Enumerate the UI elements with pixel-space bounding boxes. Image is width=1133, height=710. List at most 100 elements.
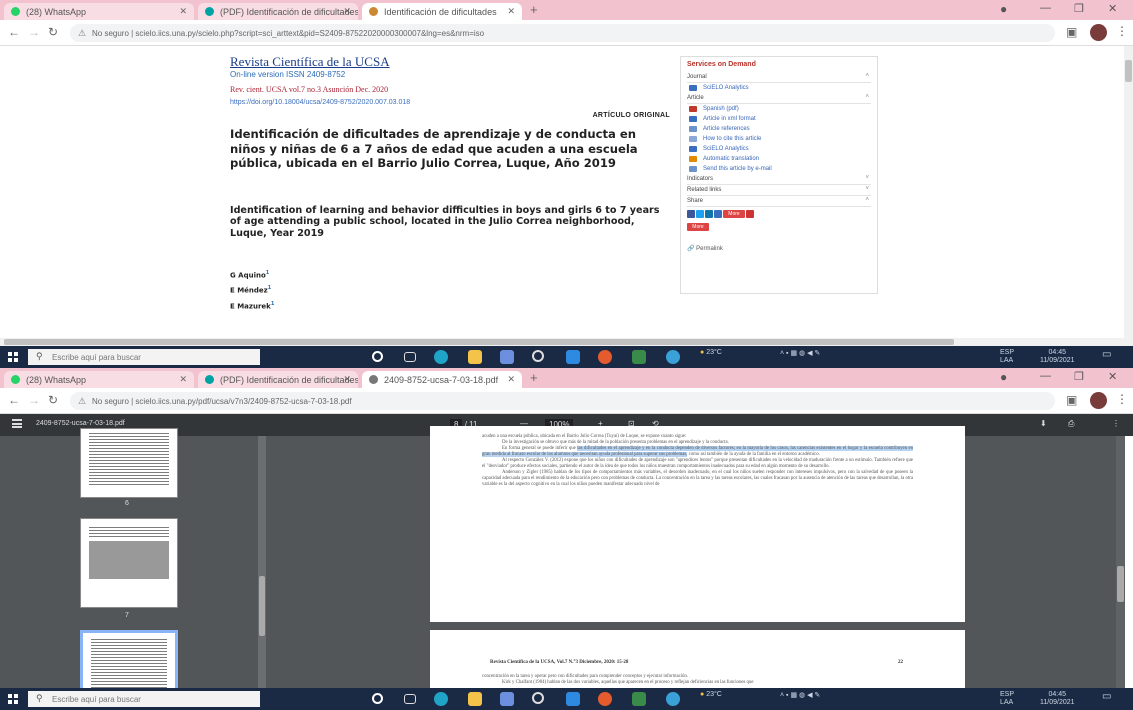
dropbox-icon[interactable] xyxy=(500,350,514,364)
scrollbar-thumb[interactable] xyxy=(1125,60,1132,82)
page-thumbnail[interactable] xyxy=(80,518,178,608)
section-related-links[interactable]: Related links ˅ xyxy=(687,185,871,196)
forward-icon[interactable]: → xyxy=(28,25,40,39)
tab-whatsapp[interactable]: (28) WhatsApp ✕ xyxy=(4,371,194,388)
clock[interactable]: 04:45 11/09/2021 xyxy=(1040,691,1075,707)
section-article[interactable]: Article ˄ xyxy=(687,93,871,104)
minimize-icon[interactable]: — xyxy=(1040,370,1051,382)
section-share[interactable]: Share ˄ xyxy=(687,196,871,207)
dropbox-icon[interactable] xyxy=(500,692,514,706)
language-indicator[interactable]: ESP LAA xyxy=(1000,691,1014,707)
back-icon[interactable]: ← xyxy=(8,393,20,407)
service-xml[interactable]: Article in xml format xyxy=(687,114,871,124)
avatar[interactable] xyxy=(1090,24,1107,41)
share-icon[interactable] xyxy=(714,210,722,218)
file-explorer-icon[interactable] xyxy=(468,350,482,364)
pdf-scrollbar[interactable] xyxy=(1116,436,1125,688)
cortana-icon[interactable] xyxy=(372,693,383,704)
horizontal-scrollbar-thumb[interactable] xyxy=(4,339,954,345)
clock[interactable]: 04:45 11/09/2021 xyxy=(1040,349,1075,365)
close-icon[interactable]: ✕ xyxy=(507,6,515,17)
tab-pdf-researchgate[interactable]: (PDF) Identificación de dificultades ✕ xyxy=(198,3,358,20)
chrome-icon[interactable] xyxy=(532,350,544,362)
address-bar[interactable]: ⚠ No seguro | scielo.iics.una.py/scielo.… xyxy=(70,24,1055,42)
extensions-icon[interactable]: ▣ xyxy=(1066,393,1077,407)
thumbnail-scrollbar[interactable] xyxy=(258,436,266,688)
notification-icon[interactable]: ▭ xyxy=(1102,349,1111,360)
close-icon[interactable]: ✕ xyxy=(507,374,515,385)
app-icon[interactable] xyxy=(632,692,646,706)
new-tab-icon[interactable]: + xyxy=(530,2,538,17)
tab-whatsapp[interactable]: (28) WhatsApp ✕ xyxy=(4,3,194,20)
tray-icons[interactable]: ˄ ▪ ▦ ◍ ◀ ✎ xyxy=(780,349,820,357)
new-tab-icon[interactable]: + xyxy=(530,370,538,385)
mail-icon[interactable] xyxy=(566,692,580,706)
service-references[interactable]: Article references xyxy=(687,124,871,134)
share-more-icon[interactable] xyxy=(746,210,754,218)
menu-icon[interactable] xyxy=(12,419,22,428)
twitter-icon[interactable] xyxy=(696,210,704,218)
horizontal-scrollbar[interactable] xyxy=(0,338,1124,346)
taskbar-search[interactable]: ⚲ Escribe aquí para buscar xyxy=(28,691,260,707)
weather-widget[interactable]: ● 23°C xyxy=(700,691,722,698)
permalink-link[interactable]: 🔗 Permalink xyxy=(687,245,871,252)
close-window-icon[interactable]: ✕ xyxy=(1108,370,1117,383)
more-options-icon[interactable]: ⋮ xyxy=(1112,419,1120,428)
reload-icon[interactable]: ↻ xyxy=(48,25,58,39)
task-view-icon[interactable] xyxy=(404,694,416,704)
service-spanish-pdf[interactable]: Spanish (pdf) xyxy=(687,104,871,114)
service-translation[interactable]: Automatic translation xyxy=(687,154,871,164)
close-icon[interactable]: ✕ xyxy=(343,6,351,17)
tab-article[interactable]: Identificación de dificultades ✕ xyxy=(362,3,522,20)
minimize-icon[interactable]: — xyxy=(1040,2,1051,14)
facebook-icon[interactable] xyxy=(687,210,695,218)
file-explorer-icon[interactable] xyxy=(468,692,482,706)
author-affiliation[interactable]: 1 xyxy=(266,270,269,276)
close-icon[interactable]: ✕ xyxy=(179,374,187,385)
windows-start-icon[interactable] xyxy=(8,694,18,704)
more-button[interactable]: More xyxy=(687,223,709,231)
linkedin-icon[interactable] xyxy=(705,210,713,218)
firefox-icon[interactable] xyxy=(598,692,612,706)
menu-dots-icon[interactable]: ⋮ xyxy=(1116,24,1128,38)
avatar[interactable] xyxy=(1090,392,1107,409)
tab-pdf-researchgate[interactable]: (PDF) Identificación de dificultades ✕ xyxy=(198,371,358,388)
notification-icon[interactable]: ▭ xyxy=(1102,691,1111,702)
mail-icon[interactable] xyxy=(566,350,580,364)
service-how-to-cite[interactable]: How to cite this article xyxy=(687,134,871,144)
scrollbar-thumb[interactable] xyxy=(259,576,265,636)
back-icon[interactable]: ← xyxy=(8,25,20,39)
tab-pdf-file[interactable]: 2409-8752-ucsa-7-03-18.pdf ✕ xyxy=(362,371,522,388)
doi-link[interactable]: https://doi.org/10.18004/ucsa/2409-8752/… xyxy=(230,99,670,106)
edge-icon[interactable] xyxy=(434,692,448,706)
app-icon[interactable] xyxy=(632,350,646,364)
firefox-icon[interactable] xyxy=(598,350,612,364)
profile-dot-icon[interactable]: ● xyxy=(1000,2,1007,16)
reload-icon[interactable]: ↻ xyxy=(48,393,58,407)
weather-widget[interactable]: ● 23°C xyxy=(700,349,722,356)
taskbar-search[interactable]: ⚲ Escribe aquí para buscar xyxy=(28,349,260,365)
page-thumbnail[interactable] xyxy=(80,428,178,498)
profile-dot-icon[interactable]: ● xyxy=(1000,370,1007,384)
service-scielo-analytics-journal[interactable]: SciELO Analytics xyxy=(687,83,871,93)
more-share-button[interactable]: More xyxy=(723,210,745,218)
section-journal[interactable]: Journal ˄ xyxy=(687,72,871,83)
chrome-active-icon[interactable] xyxy=(666,692,680,706)
section-indicators[interactable]: Indicators ˅ xyxy=(687,174,871,185)
service-scielo-analytics-article[interactable]: SciELO Analytics xyxy=(687,144,871,154)
language-indicator[interactable]: ESP LAA xyxy=(1000,349,1014,365)
chrome-active-icon[interactable] xyxy=(666,350,680,364)
service-email[interactable]: Send this article by e-mail xyxy=(687,164,871,174)
task-view-icon[interactable] xyxy=(404,352,416,362)
print-icon[interactable]: ⎙ xyxy=(1068,419,1074,429)
extensions-icon[interactable]: ▣ xyxy=(1066,25,1077,39)
download-icon[interactable]: ⬇ xyxy=(1040,419,1047,428)
menu-dots-icon[interactable]: ⋮ xyxy=(1116,392,1128,406)
close-icon[interactable]: ✕ xyxy=(343,374,351,385)
address-bar[interactable]: ⚠ No seguro | scielo.iics.una.py/pdf/ucs… xyxy=(70,392,1055,410)
maximize-icon[interactable]: ❐ xyxy=(1074,2,1084,15)
author-affiliation[interactable]: 1 xyxy=(271,301,274,307)
edge-icon[interactable] xyxy=(434,350,448,364)
author-affiliation[interactable]: 1 xyxy=(268,285,271,291)
close-window-icon[interactable]: ✕ xyxy=(1108,2,1117,15)
